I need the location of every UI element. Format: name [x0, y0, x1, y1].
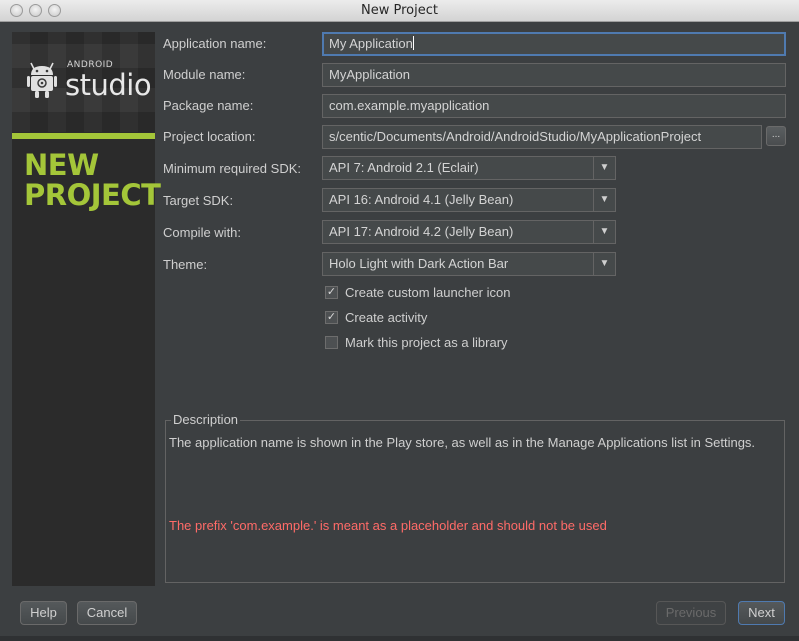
- description-title: Description: [171, 412, 241, 427]
- previous-button[interactable]: Previous: [656, 601, 726, 625]
- theme-dropdown[interactable]: Holo Light with Dark Action Bar ▼: [322, 252, 616, 276]
- browse-button[interactable]: ...: [766, 126, 786, 146]
- banner-heading-line1: NEW: [24, 148, 99, 182]
- library-label[interactable]: Mark this project as a library: [345, 335, 508, 350]
- app-name-input[interactable]: My Application: [322, 32, 786, 56]
- side-banner: ANDROID studio NEW PROJECT: [12, 32, 161, 586]
- chevron-down-icon[interactable]: ▼: [593, 221, 615, 243]
- compile-with-dropdown[interactable]: API 17: Android 4.2 (Jelly Bean) ▼: [322, 220, 616, 244]
- project-location-input[interactable]: s/centic/Documents/Android/AndroidStudio…: [322, 125, 762, 149]
- target-sdk-dropdown[interactable]: API 16: Android 4.1 (Jelly Bean) ▼: [322, 188, 616, 212]
- window-bottom-edge: [0, 636, 799, 641]
- next-button[interactable]: Next: [738, 601, 785, 625]
- banner-heading-line2: PROJECT: [24, 178, 161, 212]
- package-name-input[interactable]: com.example.myapplication: [322, 94, 786, 118]
- min-sdk-dropdown[interactable]: API 7: Android 2.1 (Eclair) ▼: [322, 156, 616, 180]
- chevron-down-icon[interactable]: ▼: [593, 253, 615, 275]
- app-name-value: My Application: [329, 36, 413, 51]
- theme-label: Theme:: [163, 257, 208, 272]
- app-name-label: Application name:: [163, 36, 267, 51]
- help-button[interactable]: Help: [20, 601, 67, 625]
- module-name-input[interactable]: MyApplication: [322, 63, 786, 87]
- text-caret: [412, 36, 414, 50]
- chevron-down-icon[interactable]: ▼: [593, 189, 615, 211]
- create-activity-checkbox[interactable]: ✓: [325, 311, 338, 324]
- create-activity-label[interactable]: Create activity: [345, 310, 427, 325]
- package-name-label: Package name:: [163, 98, 254, 113]
- description-text: The application name is shown in the Pla…: [169, 435, 756, 450]
- android-studio-logo: ANDROID studio: [12, 32, 155, 132]
- module-name-label: Module name:: [163, 67, 246, 82]
- description-panel: Description The application name is show…: [165, 412, 785, 583]
- accent-divider: [12, 133, 155, 139]
- chevron-down-icon[interactable]: ▼: [593, 157, 615, 179]
- project-location-label: Project location:: [163, 129, 256, 144]
- launcher-icon-checkbox[interactable]: ✓: [325, 286, 338, 299]
- compile-with-value: API 17: Android 4.2 (Jelly Bean): [329, 224, 514, 239]
- theme-value: Holo Light with Dark Action Bar: [329, 256, 509, 271]
- library-checkbox[interactable]: [325, 336, 338, 349]
- cancel-button[interactable]: Cancel: [77, 601, 137, 625]
- launcher-icon-label[interactable]: Create custom launcher icon: [345, 285, 510, 300]
- min-sdk-value: API 7: Android 2.1 (Eclair): [329, 160, 479, 175]
- android-robot-icon: [27, 62, 57, 98]
- description-warning: The prefix 'com.example.' is meant as a …: [169, 518, 607, 533]
- title-bar: New Project: [0, 0, 799, 22]
- target-sdk-label: Target SDK:: [163, 193, 234, 208]
- compile-with-label: Compile with:: [163, 225, 242, 240]
- min-sdk-label: Minimum required SDK:: [163, 161, 301, 176]
- target-sdk-value: API 16: Android 4.1 (Jelly Bean): [329, 192, 514, 207]
- window-title: New Project: [361, 3, 438, 18]
- banner-heading: NEW PROJECT: [24, 148, 161, 212]
- logo-studio-text: studio: [65, 68, 152, 102]
